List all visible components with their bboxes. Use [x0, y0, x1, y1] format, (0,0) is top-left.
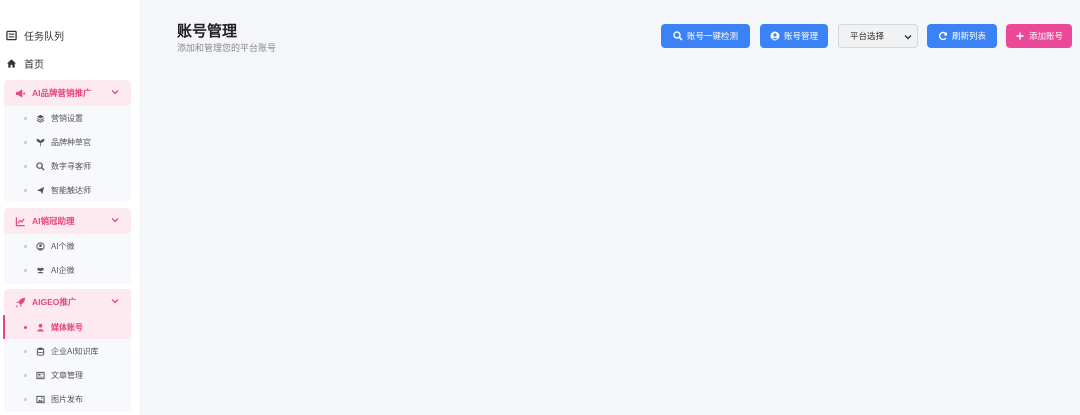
sidebar-group-header[interactable]: AI销冠助理 — [4, 208, 131, 234]
sidebar-item-task-queue[interactable]: 任务队列 — [0, 22, 141, 48]
user-circle-icon — [770, 31, 780, 41]
sidebar-group-header[interactable]: AI品牌营销推广 — [4, 80, 131, 106]
sidebar-item-label: AI企微 — [51, 265, 75, 275]
sidebar-item-article-management[interactable]: 文章管理 — [4, 363, 131, 387]
refresh-list-button[interactable]: 刷新列表 — [927, 24, 997, 48]
sidebar-item-label: 企业AI知识库 — [51, 346, 99, 356]
sidebar-group-aigeo: AIGEO推广 媒体账号 企业AI知识库 文章管理 图片发布 — [3, 289, 131, 412]
chevron-down-icon[interactable] — [111, 216, 119, 224]
sidebar-group-header[interactable]: AIGEO推广 — [4, 289, 131, 315]
button-label: 账号一键检测 — [686, 31, 738, 41]
sidebar-item-label: AI个微 — [51, 241, 75, 251]
sidebar-item-label: 媒体账号 — [51, 322, 83, 332]
database-icon — [35, 346, 45, 356]
button-label: 刷新列表 — [951, 31, 986, 41]
sidebar-item-ai-personal-wechat[interactable]: AI个微 — [4, 234, 131, 258]
image-icon — [35, 394, 45, 404]
user-icon — [35, 322, 45, 332]
chart-line-icon — [14, 215, 26, 227]
sidebar-item-home[interactable]: 首页 — [0, 50, 141, 76]
layers-icon — [35, 113, 45, 123]
sidebar-item-media-accounts[interactable]: 媒体账号 — [3, 315, 131, 339]
sidebar-item-label: 智能触达师 — [51, 185, 91, 195]
sidebar-item-label: 数字寻客师 — [51, 161, 91, 171]
page-subtitle: 添加和管理您的平台账号 — [177, 43, 277, 53]
plus-icon — [1016, 32, 1024, 40]
send-icon — [35, 185, 45, 195]
sidebar-item-label: 营销设置 — [51, 113, 83, 123]
sidebar-item-brand-seeding[interactable]: 品牌种草官 — [4, 130, 131, 154]
sidebar-group-title: AI品牌营销推广 — [32, 88, 92, 98]
sidebar-item-image-publish[interactable]: 图片发布 — [4, 387, 131, 411]
platform-select-value: 平台选择 — [850, 31, 885, 41]
seedling-icon — [35, 137, 45, 147]
sidebar-item-ai-enterprise-wechat[interactable]: AI企微 — [4, 258, 131, 282]
sidebar-item-marketing-settings[interactable]: 营销设置 — [4, 106, 131, 130]
sidebar-item-label: 图片发布 — [51, 394, 83, 404]
search-icon — [673, 31, 683, 41]
list-icon — [5, 29, 17, 41]
platform-select[interactable]: 平台选择 — [838, 24, 918, 48]
sidebar-item-label: 品牌种草官 — [51, 137, 91, 147]
newspaper-icon — [35, 370, 45, 380]
user-circle-icon — [35, 241, 45, 251]
chevron-down-icon[interactable] — [111, 297, 119, 305]
sidebar-item-knowledge-base[interactable]: 企业AI知识库 — [4, 339, 131, 363]
page-title: 账号管理 — [177, 23, 238, 40]
search-icon — [35, 161, 45, 171]
button-label: 添加账号 — [1028, 31, 1063, 41]
sidebar-item-label: 任务队列 — [24, 31, 64, 43]
megaphone-icon — [14, 87, 26, 99]
sidebar-item-digital-seeker[interactable]: 数字寻客师 — [4, 154, 131, 178]
one-click-check-button[interactable]: 账号一键检测 — [661, 24, 750, 48]
sidebar: 任务队列 首页 AI品牌营销推广 营销设置 品牌种草官 数字寻客师 智能触达师 … — [0, 0, 141, 415]
sidebar-group-title: AIGEO推广 — [32, 297, 77, 307]
account-management-button[interactable]: 账号管理 — [760, 24, 828, 48]
sidebar-item-label: 首页 — [24, 59, 44, 71]
sidebar-group-title: AI销冠助理 — [32, 216, 75, 226]
sidebar-item-smart-reach[interactable]: 智能触达师 — [4, 178, 131, 202]
chevron-down-icon[interactable] — [111, 88, 119, 96]
rocket-icon — [14, 296, 26, 308]
chevron-down-icon — [904, 35, 912, 40]
add-account-button[interactable]: 添加账号 — [1006, 24, 1072, 48]
home-icon — [5, 57, 17, 69]
sidebar-group-brand-marketing: AI品牌营销推广 营销设置 品牌种草官 数字寻客师 智能触达师 — [4, 80, 131, 202]
sidebar-item-label: 文章管理 — [51, 370, 83, 380]
button-label: 账号管理 — [783, 31, 818, 41]
users-icon — [35, 265, 45, 275]
sidebar-group-sales-assistant: AI销冠助理 AI个微 AI企微 — [4, 208, 131, 284]
refresh-icon — [938, 31, 948, 41]
